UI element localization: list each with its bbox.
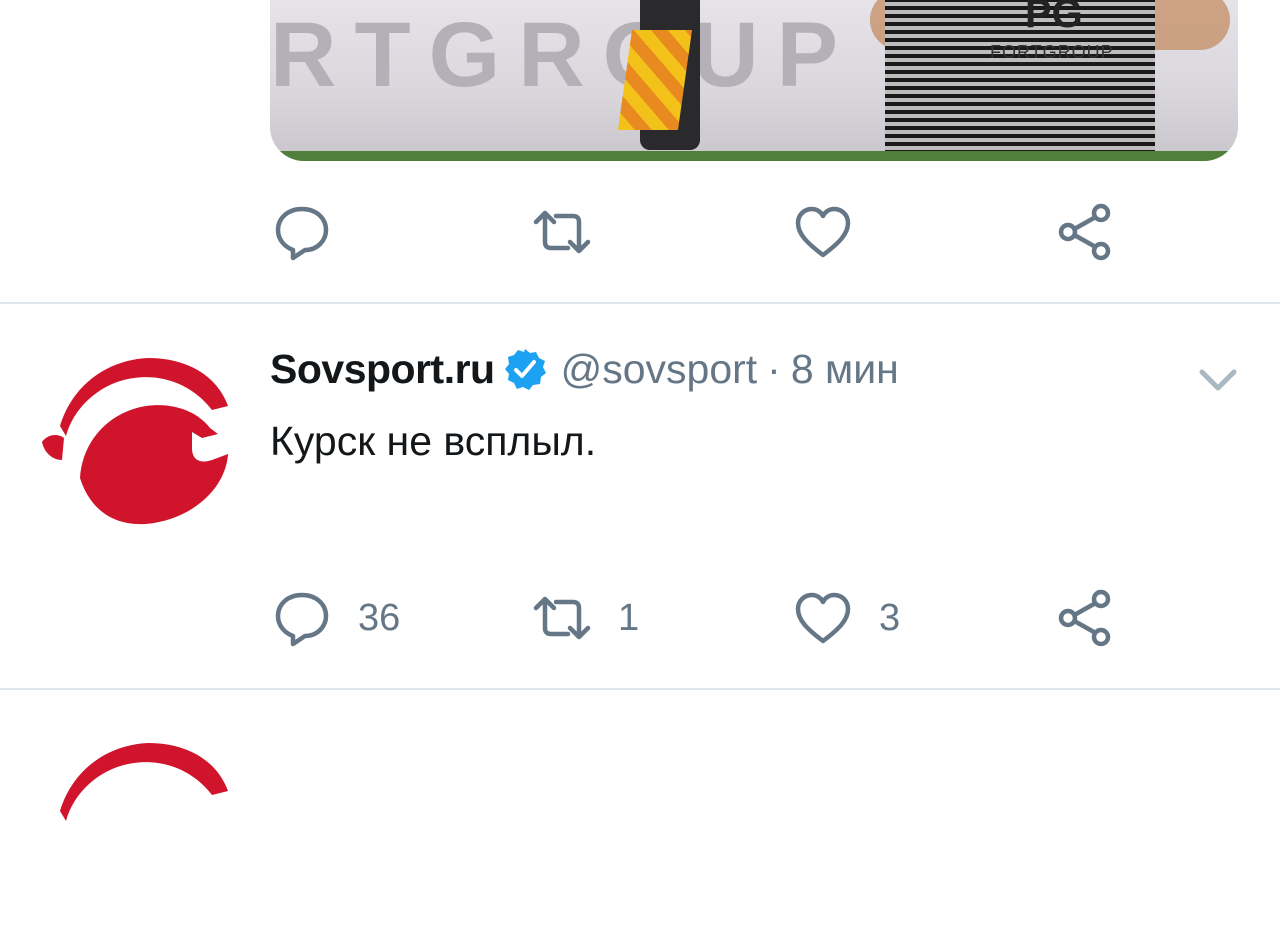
avatar[interactable] xyxy=(42,348,234,540)
share-button[interactable] xyxy=(1055,588,1115,648)
prev-share-button[interactable] xyxy=(1055,202,1115,262)
author-handle[interactable]: @sovsport xyxy=(561,346,758,393)
tweet-divider xyxy=(0,302,1280,304)
tweet-text: Курск не всплыл. xyxy=(270,418,597,464)
tweet-timestamp[interactable]: 8 мин xyxy=(791,346,899,393)
tweet-actions: 36 1 3 xyxy=(270,588,1170,648)
verified-badge-icon xyxy=(504,349,546,390)
tweet-divider xyxy=(0,688,1280,690)
shirt-logo: PG xyxy=(1025,0,1083,36)
share-icon xyxy=(1058,589,1111,647)
media-player: PG FORTGROUP xyxy=(885,0,1155,161)
retweet-icon xyxy=(533,596,591,640)
prev-retweet-button[interactable] xyxy=(532,202,592,262)
heart-icon xyxy=(795,206,851,258)
heart-icon xyxy=(795,592,851,644)
tweet-header: Sovsport.ru @sovsport · 8 мин xyxy=(270,344,899,394)
reply-count: 36 xyxy=(358,596,401,639)
reply-icon xyxy=(275,206,329,261)
retweet-count: 1 xyxy=(618,596,640,639)
sovsport-logo-icon xyxy=(60,743,228,821)
shirt-sponsor: FORTGROUP xyxy=(990,42,1114,62)
next-tweet-avatar[interactable] xyxy=(42,733,234,925)
retweet-button[interactable]: 1 xyxy=(532,588,639,648)
chevron-down-icon[interactable] xyxy=(1198,360,1238,400)
tweet-media-image[interactable]: RTGROUP PG FORTGROUP xyxy=(270,0,1238,161)
prev-like-button[interactable] xyxy=(793,202,853,262)
retweet-icon xyxy=(533,210,591,254)
like-count: 3 xyxy=(879,596,901,639)
like-button[interactable]: 3 xyxy=(793,588,900,648)
share-icon xyxy=(1058,203,1111,261)
reply-icon xyxy=(275,592,329,647)
reply-button[interactable]: 36 xyxy=(272,588,400,648)
author-name[interactable]: Sovsport.ru xyxy=(270,346,495,393)
prev-tweet-actions xyxy=(270,202,1170,262)
header-separator: · xyxy=(767,345,781,392)
media-grass xyxy=(270,151,1238,161)
prev-reply-button[interactable] xyxy=(272,202,332,262)
sovsport-logo-icon xyxy=(42,348,234,540)
